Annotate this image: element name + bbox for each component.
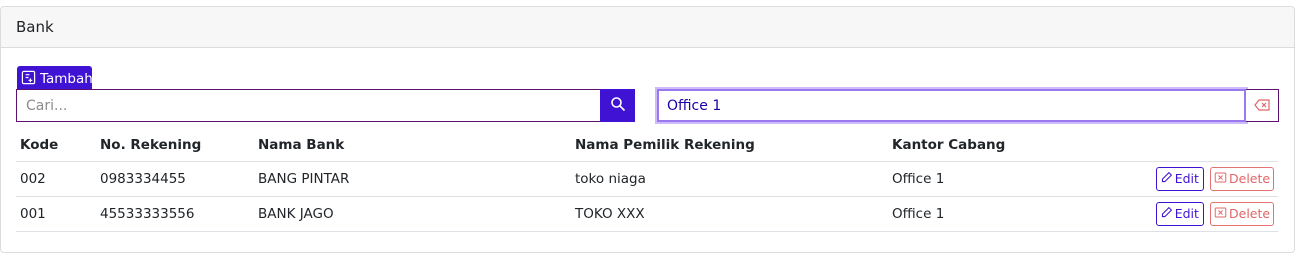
cell-pemilik: toko niaga (571, 161, 888, 197)
edit-label: Edit (1174, 171, 1199, 186)
column-header-actions (1138, 129, 1278, 162)
delete-button[interactable]: Delete (1210, 166, 1274, 191)
pencil-icon (1160, 206, 1173, 222)
clear-filter-button[interactable] (1246, 89, 1279, 122)
delete-label: Delete (1229, 171, 1271, 186)
column-header-bank[interactable]: Nama Bank (254, 129, 571, 162)
table-row: 002 0983334455 BANG PINTAR toko niaga Of… (16, 161, 1278, 197)
table-header-row: Kode No. Rekening Nama Bank Nama Pemilik… (16, 129, 1278, 162)
edit-label: Edit (1174, 206, 1199, 221)
edit-button[interactable]: Edit (1155, 166, 1204, 191)
backspace-icon (1254, 96, 1270, 115)
edit-button[interactable]: Edit (1155, 201, 1204, 226)
x-square-icon (1214, 171, 1227, 187)
x-square-icon (1214, 206, 1227, 222)
search-button[interactable] (600, 89, 635, 122)
cell-kantor: Office 1 (888, 196, 1138, 232)
column-header-kantor[interactable]: Kantor Cabang (888, 129, 1138, 162)
search-icon (610, 96, 626, 116)
add-button-label: Tambah (40, 71, 93, 87)
column-header-pemilik[interactable]: Nama Pemilik Rekening (571, 129, 888, 162)
note-add-icon (21, 70, 36, 89)
cell-rekening: 0983334455 (96, 161, 254, 197)
cell-kantor: Office 1 (888, 161, 1138, 197)
delete-button[interactable]: Delete (1210, 201, 1274, 226)
cell-bank: BANG PINTAR (254, 161, 571, 197)
pencil-icon (1160, 171, 1173, 187)
bank-table: Kode No. Rekening Nama Bank Nama Pemilik… (16, 129, 1278, 232)
column-header-rekening[interactable]: No. Rekening (96, 129, 254, 162)
column-header-kode[interactable]: Kode (16, 129, 96, 162)
cell-kode: 002 (16, 161, 96, 197)
cell-actions: Edit Delete (1138, 161, 1278, 197)
cell-actions: Edit Delete (1138, 196, 1278, 232)
cell-rekening: 45533333556 (96, 196, 254, 232)
branch-filter-input[interactable] (655, 87, 1248, 124)
cell-pemilik: TOKO XXX (571, 196, 888, 232)
search-group (16, 89, 635, 122)
delete-label: Delete (1229, 206, 1271, 221)
cell-bank: BANK JAGO (254, 196, 571, 232)
branch-filter-group (655, 87, 1279, 124)
page-title: Bank (1, 7, 1294, 48)
table-row: 001 45533333556 BANK JAGO TOKO XXX Offic… (16, 196, 1278, 232)
search-input[interactable] (16, 89, 600, 122)
cell-kode: 001 (16, 196, 96, 232)
